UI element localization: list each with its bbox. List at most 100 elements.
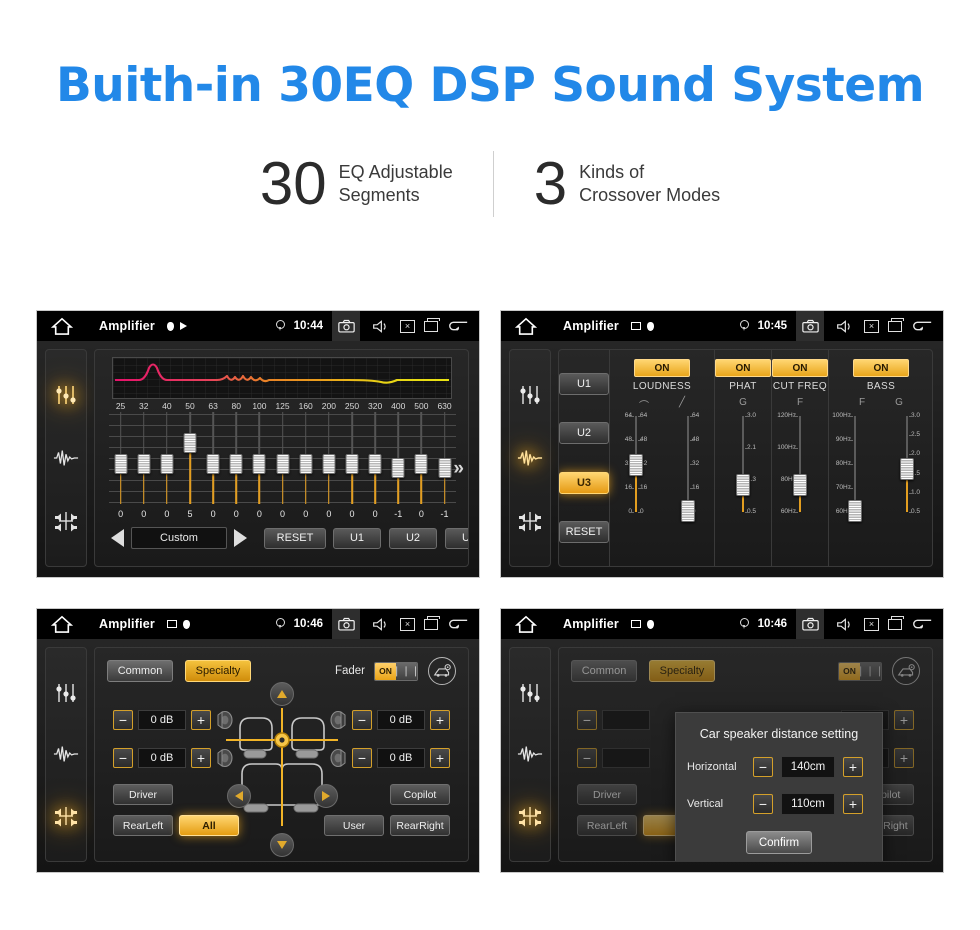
dsp-slider[interactable]: 644832160644832160 [610,412,662,516]
eq-slider-track[interactable] [109,412,133,504]
home-icon[interactable] [51,317,73,335]
eq-slider-knob[interactable] [345,454,359,474]
tab-common[interactable]: Common [107,660,173,682]
reset-button[interactable]: RESET [264,527,326,549]
nav-right-button[interactable] [314,784,338,808]
car-speaker-setting-icon[interactable] [892,657,920,685]
sidebar-item-crossover[interactable] [52,740,80,768]
nav-down-button[interactable] [269,833,294,857]
toggle-on-bass[interactable]: ON [853,359,909,377]
seat-rearright-button[interactable]: RearRight [390,815,450,836]
eq-slider-knob[interactable] [322,454,336,474]
back-icon[interactable] [447,315,469,337]
eq-slider-knob[interactable] [368,454,382,474]
eq-slider-knob[interactable] [299,454,313,474]
toggle-on-phat[interactable]: ON [715,359,771,377]
camera-icon[interactable] [332,609,360,639]
back-icon[interactable] [447,613,469,635]
dsp-slider[interactable]: 644832160 [662,412,714,522]
sidebar-item-crossover[interactable] [516,740,544,768]
car-speaker-setting-icon[interactable] [428,657,456,685]
close-box-icon[interactable]: × [400,319,415,333]
camera-icon[interactable] [796,311,824,341]
home-icon[interactable] [515,615,537,633]
dsp-slider-knob[interactable] [629,454,643,476]
plus-button[interactable]: + [894,748,914,768]
eq-slider-320[interactable] [363,412,387,507]
sidebar-item-balance[interactable] [516,802,544,830]
minus-button[interactable]: − [352,748,372,768]
eq-slider-knob[interactable] [206,454,220,474]
dsp-slider[interactable]: 3.0 2.5 2.0 1.5 1.0 0.5 [881,412,932,516]
recents-icon[interactable] [424,616,440,630]
home-icon[interactable] [51,615,73,633]
toggle-on-cut-freq[interactable]: ON [772,359,828,377]
dsp-slider-knob[interactable] [848,500,862,522]
seat-rearleft-button[interactable]: RearLeft [577,815,637,836]
camera-icon[interactable] [796,609,824,639]
fader-toggle[interactable]: ON ❘❘❘ [374,661,418,681]
eq-slider-track[interactable] [294,412,318,504]
preset-u2-button[interactable]: U2 [389,527,437,549]
dsp-slider-knob[interactable] [793,474,807,496]
plus-button[interactable]: + [843,794,863,814]
recents-icon[interactable] [888,318,904,332]
eq-slider-50[interactable] [178,412,202,507]
eq-slider-track[interactable] [247,412,271,504]
eq-slider-track[interactable] [201,412,225,504]
sidebar-item-crossover[interactable] [52,444,80,472]
eq-slider-knob[interactable] [276,454,290,474]
back-icon[interactable] [911,613,933,635]
close-box-icon[interactable]: × [864,617,879,631]
sidebar-item-equalizer[interactable] [516,381,544,409]
eq-slider-track[interactable] [340,412,364,504]
eq-slider-knob[interactable] [252,454,266,474]
volume-icon[interactable] [833,315,855,337]
dsp-slider-knob[interactable] [681,500,695,522]
seat-driver-button[interactable]: Driver [113,784,173,805]
eq-slider-40[interactable] [155,412,179,507]
home-icon[interactable] [515,317,537,335]
tab-specialty[interactable]: Specialty [649,660,715,682]
eq-slider-track[interactable] [155,412,179,504]
eq-slider-125[interactable] [270,412,295,507]
close-box-icon[interactable]: × [400,617,415,631]
sidebar-item-equalizer[interactable] [52,679,80,707]
preset-u1-button[interactable]: U1 [333,527,381,549]
eq-slider-track[interactable] [409,412,433,504]
eq-slider-knob[interactable] [137,454,151,474]
eq-slider-knob[interactable] [160,454,174,474]
eq-slider-500[interactable] [409,412,433,507]
eq-slider-knob[interactable] [114,454,128,474]
preset-u3-button[interactable]: U3 [445,527,468,549]
close-box-icon[interactable]: × [864,319,879,333]
sidebar-item-equalizer[interactable] [52,381,80,409]
confirm-button[interactable]: Confirm [746,831,812,854]
recents-icon[interactable] [424,318,440,332]
plus-button[interactable]: + [894,710,914,730]
minus-button[interactable]: − [577,710,597,730]
plus-button[interactable]: + [843,757,863,777]
sidebar-item-equalizer[interactable] [516,679,544,707]
seat-driver-button[interactable]: Driver [577,784,637,805]
eq-slider-25[interactable] [109,412,133,507]
volume-icon[interactable] [369,613,391,635]
volume-icon[interactable] [369,315,391,337]
preset-u2-button[interactable]: U2 [559,422,609,445]
recents-icon[interactable] [888,616,904,630]
eq-slider-knob[interactable] [438,458,452,479]
eq-slider-200[interactable] [317,412,341,507]
preset-next-button[interactable] [234,529,247,547]
sidebar-item-balance[interactable] [52,507,80,535]
seat-copilot-button[interactable]: Copilot [390,784,450,805]
nav-left-button[interactable] [227,784,251,808]
plus-button[interactable]: + [430,710,450,730]
fader-toggle[interactable]: ON ❘❘❘ [838,661,882,681]
plus-button[interactable]: + [430,748,450,768]
sidebar-item-balance[interactable] [516,507,544,535]
preset-display[interactable]: Custom [131,527,227,549]
back-icon[interactable] [911,315,933,337]
eq-slider-250[interactable] [340,412,364,507]
dsp-slider[interactable]: 100Hz 90Hz 80Hz 70Hz 60Hz [829,412,881,522]
sidebar-item-balance[interactable] [52,802,80,830]
